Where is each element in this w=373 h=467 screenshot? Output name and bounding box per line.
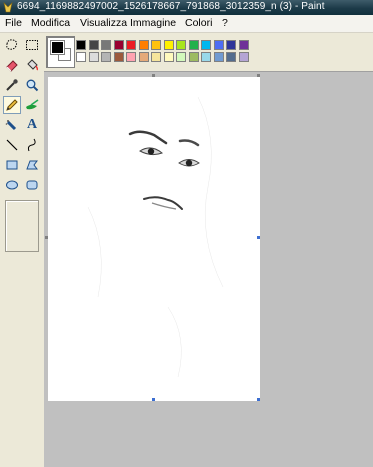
palette-swatch[interactable]: [238, 52, 249, 62]
canvas-image: [87, 96, 224, 378]
palette-swatch[interactable]: [151, 52, 161, 62]
toolbox: A: [0, 33, 44, 466]
airbrush-icon: [5, 120, 17, 131]
palette-swatch[interactable]: [201, 40, 211, 50]
palette-swatch[interactable]: [113, 40, 124, 50]
ellipse-tool[interactable]: [3, 176, 21, 194]
palette-swatch[interactable]: [113, 52, 124, 62]
palette-swatch[interactable]: [126, 52, 136, 62]
current-colors[interactable]: [46, 36, 75, 68]
right-eye-sketch: [178, 159, 200, 167]
left-eyebrow-sketch: [128, 130, 168, 145]
palette-swatch[interactable]: [126, 40, 136, 50]
menu-modifica[interactable]: Modifica: [31, 17, 70, 29]
curve-tool[interactable]: [23, 136, 41, 154]
palette-swatch[interactable]: [176, 52, 186, 62]
brush-icon: [26, 99, 39, 110]
menu-help[interactable]: ?: [222, 17, 228, 29]
tool-options-box[interactable]: [5, 200, 39, 252]
palette-swatch[interactable]: [151, 40, 161, 50]
mouth-sketch: [143, 196, 183, 210]
color-palette: [44, 33, 373, 69]
magnifier-icon: [26, 79, 39, 92]
rectangle-icon: [6, 160, 18, 170]
palette-swatch[interactable]: [213, 40, 224, 50]
rounded-rectangle-icon: [26, 180, 38, 190]
fill-tool[interactable]: [23, 56, 41, 74]
paint-app-icon: [3, 2, 13, 13]
text-icon: A: [26, 117, 38, 132]
palette-swatch[interactable]: [176, 40, 186, 50]
palette-swatch[interactable]: [188, 40, 199, 50]
fill-bucket-icon: [27, 59, 39, 71]
eraser-icon: [6, 60, 18, 72]
palette-swatch[interactable]: [138, 52, 149, 62]
pick-color-tool[interactable]: [3, 76, 21, 94]
pencil-icon: [6, 99, 18, 111]
title-bar[interactable]: 6694_1169882497002_1526178667_791868_301…: [0, 0, 373, 15]
free-select-tool[interactable]: [3, 36, 21, 54]
brush-tool[interactable]: [23, 96, 41, 114]
palette-swatch[interactable]: [76, 40, 86, 50]
palette-swatch[interactable]: [88, 40, 99, 50]
palette-swatch[interactable]: [201, 52, 211, 62]
menu-file[interactable]: File: [5, 17, 22, 29]
palette-swatch[interactable]: [138, 40, 149, 50]
text-tool[interactable]: A: [23, 116, 41, 134]
pencil-tool[interactable]: [3, 96, 21, 114]
palette-swatch[interactable]: [163, 40, 174, 50]
drawing-canvas[interactable]: [48, 77, 260, 401]
rect-select-icon: [26, 40, 38, 50]
polygon-tool[interactable]: [23, 156, 41, 174]
palette-swatch[interactable]: [238, 40, 249, 50]
line-tool[interactable]: [3, 136, 21, 154]
palette-swatch[interactable]: [226, 40, 236, 50]
ellipse-icon: [6, 180, 18, 190]
menu-immagine[interactable]: Immagine: [130, 17, 176, 29]
line-icon: [6, 139, 18, 151]
drawing-workarea[interactable]: [44, 71, 373, 467]
resize-handle-bottom[interactable]: [152, 398, 155, 401]
palette-swatch[interactable]: [76, 52, 86, 62]
palette-swatch[interactable]: [101, 52, 111, 62]
palette-swatch[interactable]: [213, 52, 224, 62]
rectangle-tool[interactable]: [3, 156, 21, 174]
palette-swatch[interactable]: [188, 52, 199, 62]
palette-swatch[interactable]: [101, 40, 111, 50]
curve-icon: [27, 138, 36, 152]
menu-bar: File Modifica Visualizza Immagine Colori…: [0, 15, 373, 33]
resize-handle-right[interactable]: [257, 236, 260, 239]
palette-swatch[interactable]: [226, 52, 236, 62]
palette-swatch[interactable]: [88, 52, 99, 62]
rounded-rectangle-tool[interactable]: [23, 176, 41, 194]
menu-visualizza[interactable]: Visualizza: [80, 17, 127, 29]
resize-handle-corner[interactable]: [257, 398, 260, 401]
handle-left-inactive: [45, 236, 48, 239]
magnifier-tool[interactable]: [23, 76, 41, 94]
handle-topright-inactive: [257, 74, 260, 77]
foreground-color-swatch[interactable]: [50, 40, 65, 55]
left-eye-sketch: [139, 147, 163, 156]
eraser-tool[interactable]: [3, 56, 21, 74]
free-select-icon: [6, 39, 18, 50]
rect-select-tool[interactable]: [23, 36, 41, 54]
polygon-icon: [26, 160, 38, 170]
handle-top-inactive: [152, 74, 155, 77]
window-title: 6694_1169882497002_1526178667_791868_301…: [17, 1, 325, 12]
airbrush-tool[interactable]: [3, 116, 21, 134]
menu-colori[interactable]: Colori: [185, 17, 212, 29]
eyedropper-icon: [6, 79, 18, 91]
palette-swatch[interactable]: [163, 52, 174, 62]
right-eyebrow-sketch: [178, 139, 200, 147]
